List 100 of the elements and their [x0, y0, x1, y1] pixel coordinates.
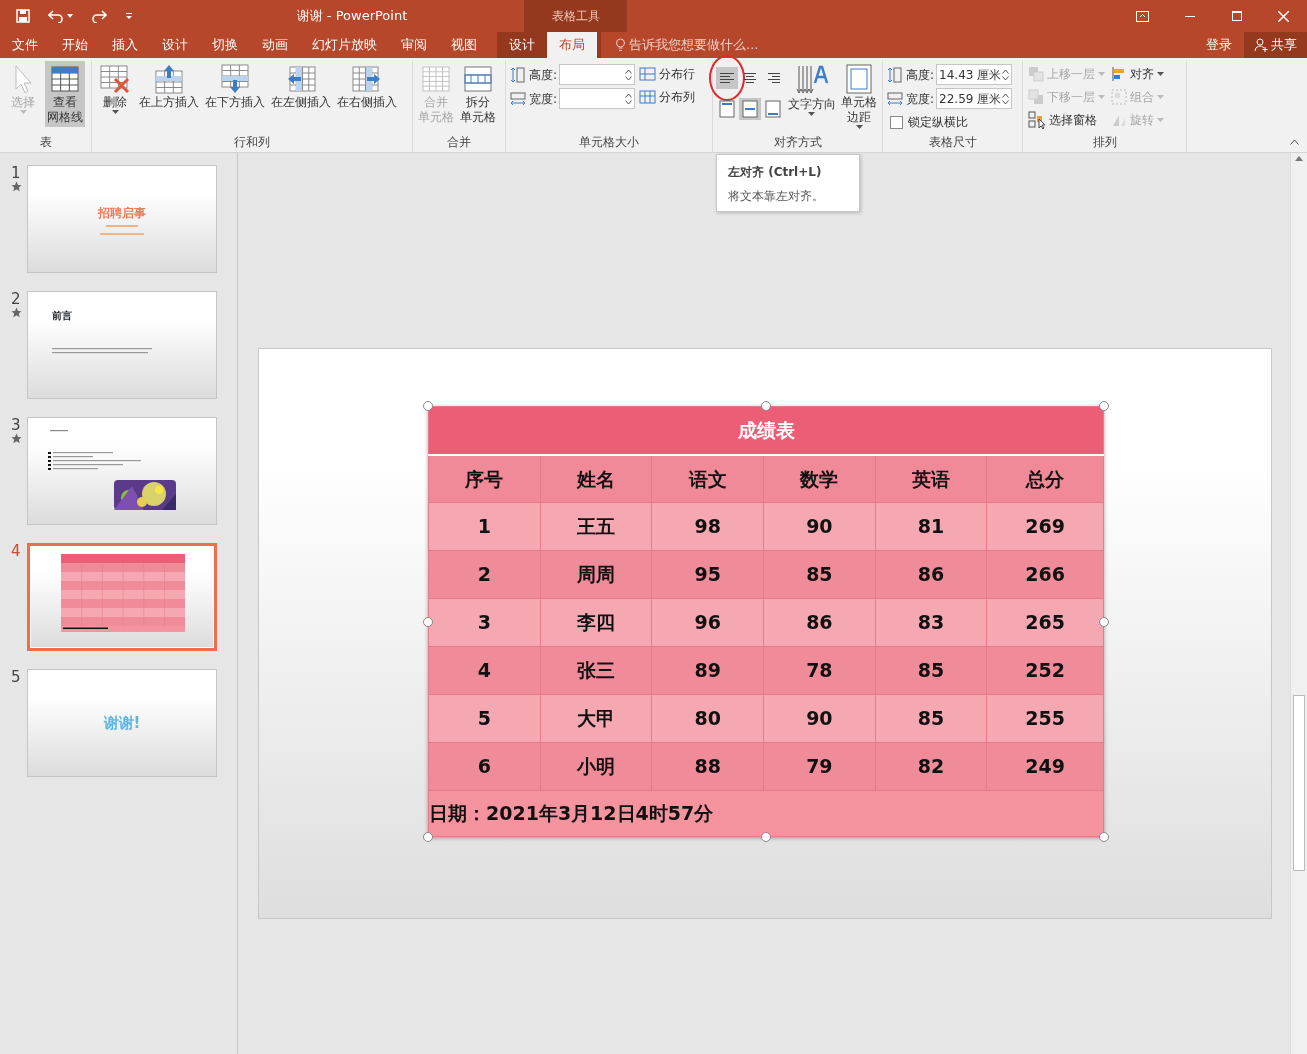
slide-thumbnail[interactable]: 前言: [27, 291, 217, 399]
ribbon-button[interactable]: 在右侧插入: [335, 61, 399, 112]
ribbon-tab[interactable]: 设计: [150, 32, 200, 58]
group-icon: [1111, 89, 1127, 105]
column-header: 姓名: [540, 454, 652, 503]
scrollbar-thumb[interactable]: [1293, 695, 1305, 871]
spin-field[interactable]: [559, 64, 636, 85]
save-icon[interactable]: [16, 9, 30, 23]
ribbon-button[interactable]: 拆分单元格: [458, 61, 498, 127]
ribbon-button[interactable]: 对齐: [1109, 63, 1166, 85]
scroll-up-icon[interactable]: [1295, 156, 1303, 161]
ribbon-button[interactable]: 删除: [95, 61, 135, 116]
table-cell: 83: [875, 598, 987, 647]
caret-icon: [1098, 72, 1105, 76]
share-button[interactable]: 共享: [1244, 32, 1307, 58]
slide-thumbnail[interactable]: [27, 543, 217, 651]
table-cell: 周周: [540, 550, 652, 599]
table-cell: 张三: [540, 646, 652, 695]
ribbon-tab[interactable]: 插入: [100, 32, 150, 58]
slide-title: 招聘启事: [98, 205, 146, 222]
column-width-icon: [886, 89, 904, 108]
selection-handle[interactable]: [423, 401, 433, 411]
table-icon: [49, 63, 81, 95]
table-arrow-up-icon: [153, 63, 185, 95]
caret-icon: [855, 125, 863, 129]
ribbon-tab[interactable]: 文件: [0, 32, 50, 58]
tell-me-text[interactable]: 告诉我您想要做什么...: [629, 35, 759, 55]
ribbon-button[interactable]: 单元格边距: [839, 61, 879, 131]
selection-handle[interactable]: [423, 832, 433, 842]
caret-icon: [19, 110, 27, 114]
table-cell: 269: [986, 502, 1104, 551]
star-icon: [11, 181, 22, 192]
table-cell: 88: [651, 742, 764, 791]
table-cell: 255: [986, 694, 1104, 743]
slide-number: 1: [11, 165, 22, 181]
checkbox[interactable]: 锁定纵横比: [886, 111, 1013, 133]
table-cell: 2: [428, 550, 541, 599]
align-button[interactable]: [716, 67, 738, 89]
cell-margins-icon: [843, 63, 875, 95]
column-header: 序号: [428, 454, 541, 503]
collapse-ribbon-icon[interactable]: [1290, 138, 1299, 145]
slide-number: 3: [11, 417, 22, 433]
align-button[interactable]: [762, 98, 784, 120]
row-height-icon: [886, 65, 904, 84]
table-cell: 79: [763, 742, 876, 791]
tool-group-title: 表格工具: [551, 8, 600, 25]
table-cell: 265: [986, 598, 1104, 647]
sign-in-link[interactable]: 登录: [1206, 35, 1232, 55]
slide-thumbnail[interactable]: [27, 417, 217, 525]
spin-field[interactable]: [559, 88, 636, 109]
ribbon-button[interactable]: 在上方插入: [137, 61, 201, 112]
table-cell: 85: [875, 646, 987, 695]
spinner-arrows-icon: [1002, 68, 1010, 81]
slide-number: 5: [11, 669, 22, 685]
align-button[interactable]: [739, 98, 761, 120]
ribbon-button[interactable]: 在左侧插入: [269, 61, 333, 112]
ribbon-button[interactable]: 文字方向: [786, 61, 837, 118]
table-icon: [420, 63, 452, 95]
ribbon-button[interactable]: 查看网格线: [45, 61, 85, 127]
ribbon-tab[interactable]: 视图: [439, 32, 489, 58]
ribbon-button[interactable]: 在下方插入: [203, 61, 267, 112]
spinner-arrows-icon: [1002, 92, 1010, 105]
selection-handle[interactable]: [1099, 401, 1109, 411]
group-label: 单元格大小: [578, 134, 640, 151]
ribbon-tab[interactable]: 切换: [200, 32, 250, 58]
ribbon-button[interactable]: 分布行: [637, 63, 698, 85]
align-objects-icon: [1111, 66, 1127, 82]
send-backward-icon: [1028, 89, 1044, 105]
table-cell: 98: [651, 502, 764, 551]
field-label: 高度:: [529, 66, 558, 84]
caret-icon: [1157, 72, 1164, 76]
selection-handle[interactable]: [1099, 616, 1109, 627]
spinner-arrows-icon: [625, 92, 633, 105]
caret-icon[interactable]: [67, 14, 73, 18]
table-cell: 90: [763, 694, 876, 743]
spin-field[interactable]: 14.43 厘米: [936, 64, 1013, 85]
ribbon-tab[interactable]: 幻灯片放映: [300, 32, 389, 58]
ribbon-button[interactable]: 选择窗格: [1026, 109, 1107, 131]
selection-pane-icon: [1028, 111, 1046, 129]
table-cell: 大甲: [540, 694, 652, 743]
table-split-icon: [462, 63, 494, 95]
selection-handle[interactable]: [761, 401, 771, 411]
ribbon-tab[interactable]: 开始: [50, 32, 100, 58]
ribbon-button[interactable]: 分布列: [637, 86, 698, 108]
customize-icon[interactable]: [125, 12, 133, 20]
ribbon-tab[interactable]: 布局: [547, 32, 597, 58]
caret-icon: [1157, 118, 1164, 122]
align-button[interactable]: [716, 98, 738, 120]
selection-handle[interactable]: [423, 616, 433, 627]
spin-field[interactable]: 22.59 厘米: [936, 88, 1013, 109]
undo-icon[interactable]: [48, 9, 64, 23]
vertical-scrollbar[interactable]: [1290, 153, 1307, 1054]
redo-icon[interactable]: [91, 9, 107, 23]
slide-title: 谢谢!: [103, 713, 141, 734]
table-cell: 5: [428, 694, 541, 743]
selection-handle[interactable]: [1099, 832, 1109, 842]
selection-handle[interactable]: [761, 832, 771, 842]
table-cell: 78: [763, 646, 876, 695]
ribbon-tab[interactable]: 动画: [250, 32, 300, 58]
ribbon-tab[interactable]: 审阅: [389, 32, 439, 58]
